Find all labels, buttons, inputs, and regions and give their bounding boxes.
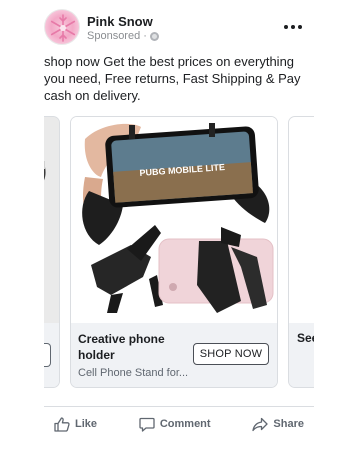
carousel-card[interactable]: PUBG MOBILE LITE Creative phone holder C… bbox=[70, 116, 278, 388]
like-label: Like bbox=[75, 418, 98, 430]
comment-icon bbox=[139, 417, 155, 432]
carousel-card-previous[interactable] bbox=[44, 116, 60, 388]
sponsored-text: Sponsored · bbox=[87, 30, 147, 42]
comment-button[interactable]: Comment bbox=[129, 417, 221, 432]
previous-shop-now-button[interactable] bbox=[44, 343, 51, 367]
share-label: Share bbox=[273, 418, 304, 430]
next-card-title[interactable]: See bbox=[297, 331, 314, 345]
card-description: Cell Phone Stand for... bbox=[78, 367, 189, 379]
more-options-icon[interactable] bbox=[284, 25, 302, 31]
like-button[interactable]: Like bbox=[44, 416, 107, 432]
card-footer: Creative phone holder Cell Phone Stand f… bbox=[71, 323, 277, 387]
ad-carousel[interactable]: PUBG MOBILE LITE Creative phone holder C… bbox=[44, 116, 314, 388]
sponsored-label: Sponsored · bbox=[87, 30, 159, 42]
like-icon bbox=[54, 416, 70, 432]
post-text: shop now Get the best prices on everythi… bbox=[44, 54, 301, 103]
next-card-image bbox=[289, 117, 314, 325]
shop-now-button[interactable]: SHOP NOW bbox=[193, 343, 269, 365]
comment-label: Comment bbox=[159, 418, 211, 430]
share-button[interactable]: Share bbox=[242, 417, 314, 432]
next-card-footer: See bbox=[289, 323, 314, 387]
carousel-card-next[interactable]: See bbox=[288, 116, 314, 388]
post-header: Pink Snow Sponsored · bbox=[44, 9, 320, 45]
page-avatar[interactable] bbox=[44, 9, 80, 45]
product-image[interactable]: PUBG MOBILE LITE bbox=[71, 117, 277, 325]
previous-card-footer bbox=[44, 323, 59, 387]
share-icon bbox=[252, 417, 269, 431]
previous-card-image bbox=[44, 117, 59, 325]
page-name[interactable]: Pink Snow bbox=[87, 14, 153, 29]
actions-divider bbox=[44, 406, 314, 407]
globe-icon bbox=[149, 31, 159, 41]
snowflake-logo-icon bbox=[50, 14, 76, 42]
phone-holder-illustration: PUBG MOBILE LITE bbox=[71, 117, 277, 325]
card-title[interactable]: Creative phone holder bbox=[78, 331, 182, 363]
post-actions: Like Comment Share bbox=[44, 410, 314, 438]
previous-product-image bbox=[44, 117, 59, 325]
